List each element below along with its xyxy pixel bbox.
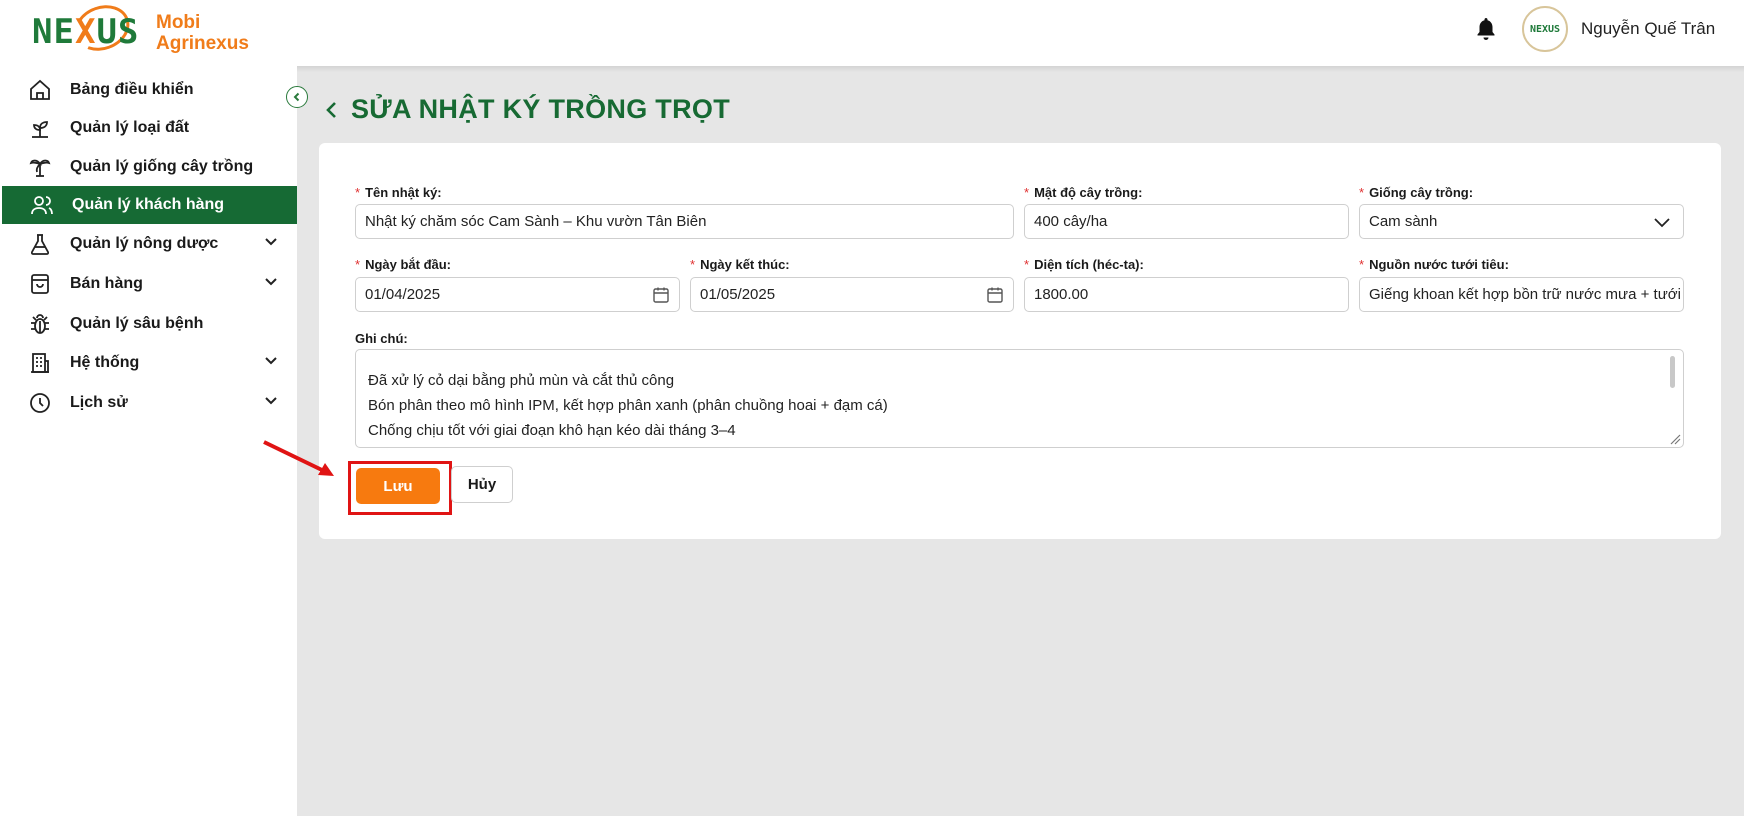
avatar[interactable]: NEXUS <box>1522 6 1568 52</box>
start-date-label: * Ngày bắt đầu: <box>355 257 452 272</box>
clock-icon <box>30 393 50 413</box>
density-input[interactable]: 400 cây/ha <box>1024 204 1349 239</box>
calendar-icon <box>987 287 1003 303</box>
start-date-picker[interactable]: 01/04/2025 <box>355 277 680 312</box>
sidebar-item-sales[interactable]: Bán hàng <box>0 265 297 303</box>
cancel-button[interactable]: Hủy <box>451 466 513 503</box>
sidebar-item-label: Quản lý nông dược <box>70 235 219 252</box>
back-chevron-icon[interactable] <box>324 100 340 120</box>
save-button[interactable]: Lưu <box>356 468 440 504</box>
page-title: SỬA NHẬT KÝ TRỒNG TRỌT <box>351 94 730 124</box>
variety-select[interactable]: Cam sành <box>1359 204 1684 239</box>
notes-line: Bón phân theo mô hình IPM, kết hợp phân … <box>368 397 888 414</box>
header-shadow <box>297 66 1744 72</box>
brand-logo[interactable]: NEXUS Mobi Agrinexus <box>32 0 252 59</box>
sprout-icon <box>32 121 48 138</box>
logo-wordmark: NEXUS <box>32 12 140 52</box>
sidebar-item-pests[interactable]: Quản lý sâu bệnh <box>0 305 297 343</box>
notes-label: Ghi chú: <box>355 331 408 346</box>
bug-icon <box>31 314 49 334</box>
sidebar-item-label: Quản lý khách hàng <box>72 196 225 213</box>
sidebar-item-label: Quản lý sâu bệnh <box>70 315 204 332</box>
notes-line: Chống chịu tốt với giai đoạn khô hạn kéo… <box>368 422 736 439</box>
form-card <box>319 143 1721 539</box>
user-name[interactable]: Nguyễn Quế Trân <box>1581 19 1715 39</box>
home-icon <box>30 79 50 100</box>
journal-name-input[interactable]: Nhật ký chăm sóc Cam Sành – Khu vườn Tân… <box>355 204 1014 239</box>
chevron-left-icon <box>293 92 300 102</box>
collapse-sidebar-button[interactable] <box>286 86 308 108</box>
notes-textarea[interactable]: Đã xử lý cỏ dại bằng phủ mùn và cắt thủ … <box>355 349 1684 448</box>
sidebar-item-history[interactable]: Lịch sử <box>0 384 297 422</box>
chevron-down-icon <box>265 397 277 405</box>
end-date-picker[interactable]: 01/05/2025 <box>690 277 1014 312</box>
sidebar-item-crop-varieties[interactable]: Quản lý giống cây trồng <box>0 148 297 186</box>
chevron-down-icon <box>1654 218 1670 228</box>
logo-subtitle: Mobi Agrinexus <box>156 12 249 54</box>
notes-line: Đã xử lý cỏ dại bằng phủ mùn và cắt thủ … <box>368 372 675 389</box>
shopping-bag-icon <box>31 274 49 294</box>
sidebar-item-soil-types[interactable]: Quản lý loại đất <box>0 109 297 147</box>
building-icon <box>31 353 49 373</box>
start-date-value: 01/04/2025 <box>365 286 441 303</box>
palm-tree-icon <box>29 159 51 177</box>
sidebar: Bảng điều khiển Quản lý loại đất Quản lý… <box>0 68 297 816</box>
sidebar-item-label: Lịch sử <box>70 394 128 411</box>
sidebar-item-label: Bảng điều khiển <box>70 81 194 98</box>
top-bar: NEXUS Mobi Agrinexus NEXUS Nguyễn Quế Tr… <box>0 0 1744 68</box>
water-source-input[interactable]: Giếng khoan kết hợp bồn trữ nước mưa + t… <box>1359 277 1684 312</box>
chevron-down-icon <box>265 357 277 365</box>
pointer-arrow-icon <box>263 440 334 476</box>
sidebar-item-system[interactable]: Hệ thống <box>0 344 297 382</box>
sidebar-item-label: Quản lý loại đất <box>70 119 190 136</box>
chevron-down-icon <box>265 278 277 286</box>
resize-handle-icon[interactable] <box>1667 431 1681 445</box>
end-date-label: * Ngày kết thúc: <box>690 257 790 272</box>
sidebar-item-label: Hệ thống <box>70 354 140 371</box>
end-date-value: 01/05/2025 <box>700 286 776 303</box>
sidebar-item-label: Quản lý giống cây trồng <box>70 158 254 175</box>
area-label: * Diện tích (héc-ta): <box>1024 257 1144 272</box>
sidebar-item-dashboard[interactable]: Bảng điều khiển <box>0 71 297 109</box>
sidebar-item-customers[interactable]: Quản lý khách hàng <box>2 186 297 224</box>
users-icon <box>31 196 53 215</box>
variety-select-value: Cam sành <box>1369 213 1438 230</box>
water-source-label: * Nguồn nước tưới tiêu: <box>1359 257 1509 272</box>
journal-name-label: * Tên nhật ký: <box>355 185 442 200</box>
sidebar-item-agrochemicals[interactable]: Quản lý nông dược <box>0 225 297 263</box>
area-input[interactable]: 1800.00 <box>1024 277 1349 312</box>
calendar-icon <box>653 287 669 303</box>
chevron-down-icon <box>265 238 277 246</box>
sidebar-item-label: Bán hàng <box>70 275 143 292</box>
variety-label: * Giống cây trồng: <box>1359 185 1474 200</box>
flask-icon <box>30 234 50 255</box>
density-label: * Mật độ cây trồng: <box>1024 185 1143 200</box>
bell-icon[interactable] <box>1474 16 1498 42</box>
textarea-scrollbar[interactable] <box>1670 356 1675 388</box>
